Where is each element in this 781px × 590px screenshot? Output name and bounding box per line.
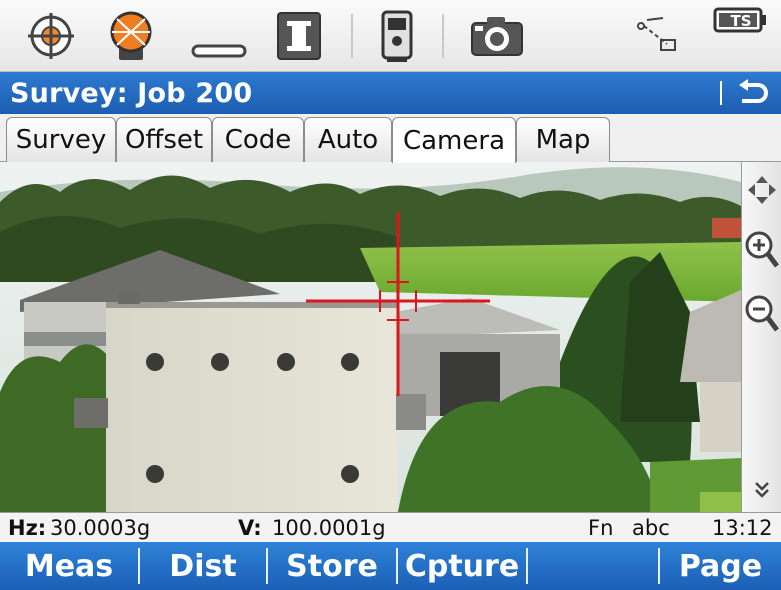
tab-map[interactable]: Map xyxy=(516,117,610,162)
info-line: Hz: 30.0003g V: 100.0001g Fn abc 13:12 xyxy=(0,512,781,542)
back-arrow-icon xyxy=(739,79,768,103)
tab-code[interactable]: Code xyxy=(212,117,304,162)
camera-icon[interactable] xyxy=(466,0,528,72)
double-chevron-down-icon xyxy=(755,482,769,498)
camera-image xyxy=(0,162,741,512)
tab-camera[interactable]: Camera xyxy=(392,117,516,163)
statusbar-divider xyxy=(351,14,353,58)
back-button[interactable] xyxy=(732,76,774,110)
title-divider xyxy=(720,81,722,105)
meas-button[interactable]: Meas xyxy=(0,542,138,590)
tab-auto[interactable]: Auto xyxy=(304,117,392,162)
store-button[interactable]: Store xyxy=(268,542,396,590)
clock: 13:12 xyxy=(712,516,773,540)
hz-value: 30.0003g xyxy=(50,516,151,540)
total-station-icon[interactable] xyxy=(368,0,426,72)
empty-softkey[interactable] xyxy=(528,542,658,590)
camera-view[interactable] xyxy=(0,162,741,512)
page-button[interactable]: Page xyxy=(660,542,781,590)
dist-button[interactable]: Dist xyxy=(140,542,266,590)
tab-offset[interactable]: Offset xyxy=(116,117,212,162)
instrument-i-icon[interactable] xyxy=(268,0,330,72)
zoom-in-icon xyxy=(745,231,779,268)
status-bar: TS xyxy=(0,0,781,72)
line-measure-icon[interactable] xyxy=(630,0,682,72)
v-label: V: xyxy=(238,516,262,540)
tab-bar: Survey Offset Code Auto Camera Map xyxy=(0,114,781,163)
statusbar-divider xyxy=(442,14,444,58)
more-button[interactable] xyxy=(742,474,781,506)
keyboard-cursor-icon[interactable] xyxy=(186,0,252,72)
input-mode: abc xyxy=(632,516,670,540)
capture-button[interactable]: Cpture xyxy=(398,542,526,590)
zoom-out-icon xyxy=(745,295,779,332)
zoom-in-button[interactable] xyxy=(742,228,781,272)
title-bar: Survey: Job 200 xyxy=(0,72,781,114)
zoom-out-button[interactable] xyxy=(742,292,781,336)
page-title: Survey: Job 200 xyxy=(10,77,253,109)
pan-arrows-icon xyxy=(748,176,776,204)
fn-indicator: Fn xyxy=(588,516,614,540)
hz-label: Hz: xyxy=(8,516,47,540)
camera-tools-panel xyxy=(741,162,781,512)
battery-label: TS xyxy=(730,12,752,30)
prism-icon[interactable] xyxy=(102,0,160,72)
tab-survey[interactable]: Survey xyxy=(6,117,116,162)
crosshair-target-icon[interactable] xyxy=(22,0,80,72)
softkey-bar: Meas Dist Store Cpture Page xyxy=(0,542,781,590)
pan-button[interactable] xyxy=(742,170,781,210)
v-value: 100.0001g xyxy=(272,516,386,540)
